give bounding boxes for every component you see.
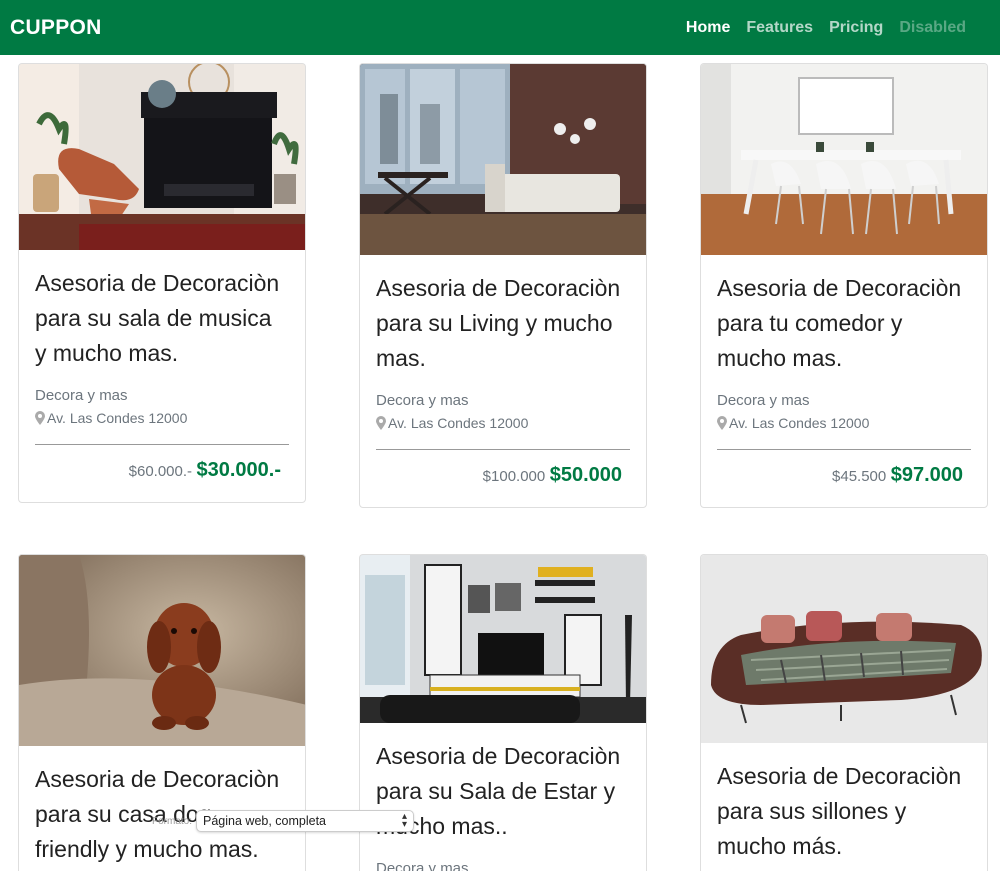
company-name: Decora y mas — [376, 392, 469, 409]
address-text: Av. Las Condes 12000 — [729, 415, 870, 431]
nav-features[interactable]: Features — [746, 19, 813, 37]
new-price: $30.000.- — [196, 459, 281, 481]
nav-menu: Home Features Pricing Disabled — [686, 19, 966, 37]
product-card[interactable]: Asesoria de Decoraciòn para su Living y … — [359, 63, 647, 508]
dining-room-image — [701, 64, 987, 255]
dog-on-sofa-image — [19, 555, 305, 746]
company-name: Decora y mas — [717, 392, 810, 409]
card-title: Asesoria de Decoraciòn para sus sillones… — [717, 763, 962, 859]
map-pin-icon — [35, 411, 45, 425]
tv-room-image — [360, 555, 646, 723]
living-room-image — [360, 64, 646, 255]
select-arrows-icon: ▴ ▾ — [401, 811, 408, 830]
card-title: Asesoria de Decoraciòn para su Living y … — [376, 275, 621, 371]
price-row: $60.000.- $30.000.- — [35, 459, 289, 502]
music-room-image — [19, 64, 305, 250]
format-label: Formato: — [152, 815, 193, 827]
save-format-control: Formato: Página web, completa ▴ ▾ — [152, 810, 415, 832]
address: Av. Las Condes 12000 — [376, 415, 630, 431]
map-pin-icon — [376, 416, 386, 430]
old-price: $100.000 — [482, 468, 546, 485]
product-card[interactable]: Asesoria de Decoraciòn para tu comedor y… — [700, 63, 988, 508]
nav-disabled: Disabled — [899, 18, 966, 36]
address-text: Av. Las Condes 12000 — [47, 410, 188, 426]
product-card[interactable]: Asesoria de Decoraciòn para su sala de m… — [18, 63, 306, 503]
price-row: $100.000 $50.000 — [376, 464, 630, 507]
nav-home[interactable]: Home — [686, 19, 730, 37]
address: Av. Las Condes 12000 — [35, 410, 289, 426]
wicker-sofa-image — [701, 555, 987, 743]
map-pin-icon — [717, 416, 727, 430]
brand-logo[interactable]: CUPPON — [10, 16, 102, 40]
format-select[interactable]: Página web, completa ▴ ▾ — [196, 810, 415, 832]
card-title: Asesoria de Decoraciòn para su sala de m… — [35, 270, 280, 366]
old-price: $60.000.- — [128, 463, 193, 480]
address-text: Av. Las Condes 12000 — [388, 415, 529, 431]
address: Av. Las Condes 12000 — [717, 415, 971, 431]
price-row: $45.500 $97.000 — [717, 464, 971, 507]
card-title: Asesoria de Decoraciòn para tu comedor y… — [717, 275, 962, 371]
divider — [35, 444, 289, 445]
company-name: Decora y mas — [35, 387, 128, 404]
new-price: $50.000 — [549, 464, 622, 486]
nav-pricing[interactable]: Pricing — [829, 19, 883, 37]
divider — [376, 449, 630, 450]
company-name: Decora y mas — [376, 860, 469, 871]
navbar: CUPPON Home Features Pricing Disabled — [0, 0, 1000, 55]
divider — [717, 449, 971, 450]
old-price: $45.500 — [832, 468, 887, 485]
product-card[interactable]: Asesoria de Decoraciòn para sus sillones… — [700, 554, 988, 871]
new-price: $97.000 — [890, 464, 963, 486]
card-title: Asesoria de Decoraciòn para su Sala de E… — [376, 743, 621, 839]
format-value: Página web, completa — [203, 814, 327, 828]
